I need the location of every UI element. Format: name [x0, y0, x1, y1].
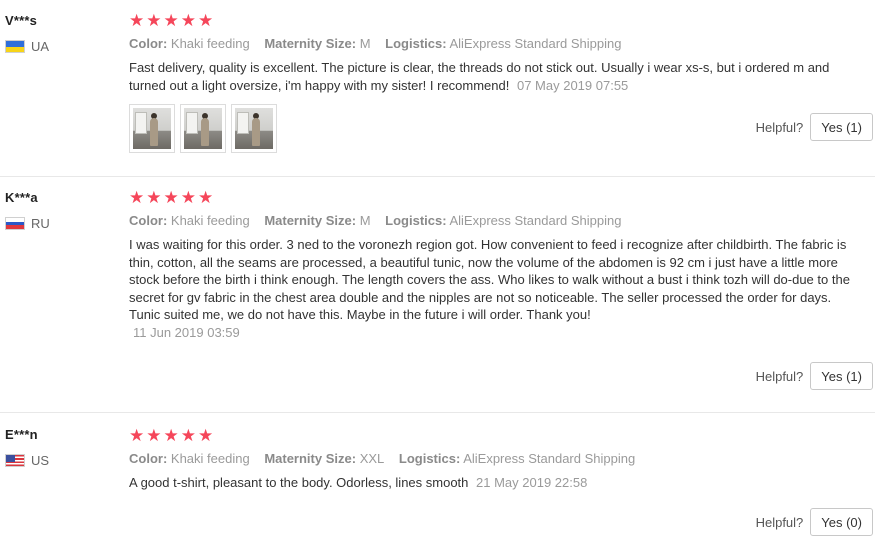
reviewer-info: E***n US [5, 427, 49, 468]
review-divider [0, 412, 875, 413]
review-text: Fast delivery, quality is excellent. The… [129, 59, 849, 94]
color-label: Color: [129, 213, 168, 228]
size-value: M [359, 36, 371, 51]
logistics-label: Logistics: [385, 213, 447, 228]
color-value: Khaki feeding [170, 213, 250, 228]
country-code: US [31, 453, 50, 468]
size-label: Maternity Size: [264, 451, 357, 466]
reviewer-name: V***s [5, 13, 38, 28]
reviewer-info: K***a RU [5, 190, 50, 231]
review-content: A good t-shirt, pleasant to the body. Od… [129, 475, 469, 490]
review-photo[interactable] [231, 104, 277, 154]
review-body: ★★★★★ Color: Khaki feeding Maternity Siz… [129, 427, 875, 492]
ru-flag-icon [5, 217, 25, 230]
color-value: Khaki feeding [170, 36, 250, 51]
ua-flag-icon [5, 40, 25, 53]
size-value: XXL [359, 451, 385, 466]
color-label: Color: [129, 451, 168, 466]
star-rating: ★★★★★ [129, 426, 216, 445]
review-content: Fast delivery, quality is excellent. The… [129, 60, 830, 93]
review-item: V***s UA ★★★★★ Color: Khaki feeding Mate… [0, 0, 875, 176]
helpful-label: Helpful? [755, 368, 804, 384]
star-rating: ★★★★★ [129, 11, 216, 30]
review-photo[interactable] [180, 104, 226, 154]
size-label: Maternity Size: [264, 213, 357, 228]
helpful-label: Helpful? [755, 119, 804, 135]
order-attributes: Color: Khaki feeding Maternity Size: M L… [129, 212, 875, 229]
logistics-label: Logistics: [385, 36, 447, 51]
reviewer-country: UA [5, 39, 49, 54]
review-text: A good t-shirt, pleasant to the body. Od… [129, 474, 849, 492]
country-code: UA [31, 39, 50, 54]
review-date: 11 Jun 2019 03:59 [133, 324, 240, 340]
helpful-yes-button[interactable]: Yes (1) [810, 113, 873, 141]
helpful-label: Helpful? [755, 514, 804, 530]
color-label: Color: [129, 36, 168, 51]
review-content: I was waiting for this order. 3 ned to t… [129, 237, 850, 323]
logistics-value: AliExpress Standard Shipping [463, 451, 636, 466]
review-date: 07 May 2019 07:55 [516, 77, 629, 93]
helpful-yes-button[interactable]: Yes (1) [810, 362, 873, 390]
logistics-value: AliExpress Standard Shipping [449, 36, 622, 51]
size-value: M [359, 213, 371, 228]
reviewer-name: E***n [5, 427, 38, 442]
reviewer-country: US [5, 453, 49, 468]
order-attributes: Color: Khaki feeding Maternity Size: M L… [129, 35, 875, 52]
star-rating: ★★★★★ [129, 188, 216, 207]
country-code: RU [31, 216, 50, 231]
helpful-section: Helpful? Yes (1) [756, 362, 873, 390]
us-flag-icon [5, 454, 25, 467]
size-label: Maternity Size: [264, 36, 357, 51]
review-date: 21 May 2019 22:58 [476, 475, 588, 490]
review-item: E***n US ★★★★★ Color: Khaki feeding Mate… [0, 414, 875, 537]
helpful-section: Helpful? Yes (1) [756, 113, 873, 141]
helpful-section: Helpful? Yes (0) [756, 508, 873, 536]
review-item: K***a RU ★★★★★ Color: Khaki feeding Mate… [0, 177, 875, 413]
helpful-yes-button[interactable]: Yes (0) [810, 508, 873, 536]
reviewer-country: RU [5, 216, 50, 231]
review-photo[interactable] [129, 104, 175, 154]
reviewer-info: V***s UA [5, 13, 49, 54]
review-text: I was waiting for this order. 3 ned to t… [129, 236, 851, 342]
color-value: Khaki feeding [170, 451, 250, 466]
review-body: ★★★★★ Color: Khaki feeding Maternity Siz… [129, 189, 875, 342]
logistics-label: Logistics: [398, 451, 461, 466]
reviewer-name: K***a [5, 190, 38, 205]
order-attributes: Color: Khaki feeding Maternity Size: XXL… [129, 450, 875, 467]
logistics-value: AliExpress Standard Shipping [449, 213, 622, 228]
